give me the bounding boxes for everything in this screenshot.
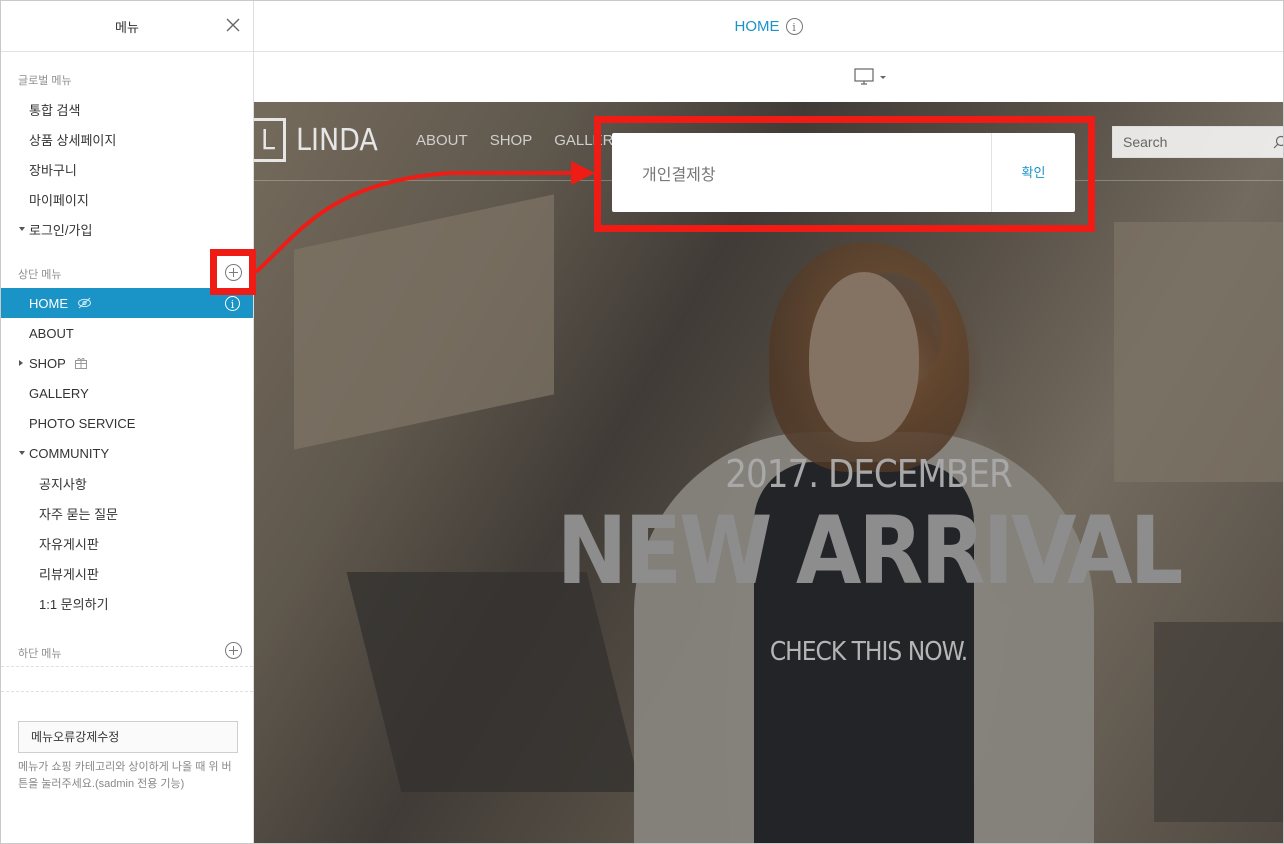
- app-frame: 메뉴 글로벌 메뉴 통합 검색 상품 상세페이지 장바구니 마이페이지 로그인/…: [0, 0, 1284, 844]
- annotation-arrow: [254, 161, 595, 274]
